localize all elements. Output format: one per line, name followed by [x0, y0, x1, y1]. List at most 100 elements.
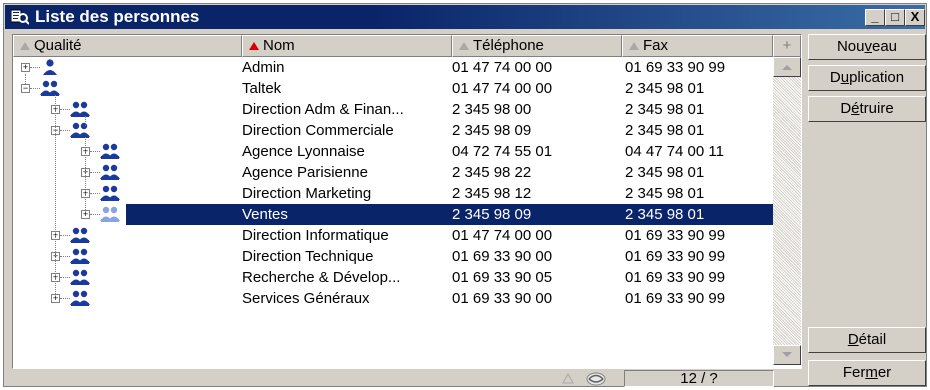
- row-fax: 2 345 98 01: [625, 101, 705, 118]
- column-header-telephone[interactable]: Téléphone: [452, 35, 622, 57]
- table-row[interactable]: + Direction Adm & Finan... 2 345 98 00 2 34…: [13, 99, 773, 120]
- button-label: Nou: [836, 38, 865, 55]
- group-icon: [69, 247, 91, 265]
- scroll-down-button[interactable]: [773, 345, 801, 365]
- column-label: Téléphone: [473, 37, 544, 54]
- row-fax: 2 345 98 01: [625, 185, 705, 202]
- button-shortcut: m: [865, 364, 878, 381]
- button-shortcut: é: [851, 100, 860, 117]
- row-fax: 01 69 33 90 99: [625, 59, 726, 76]
- tree-guide: [55, 95, 56, 294]
- add-column-button[interactable]: +: [773, 35, 801, 57]
- group-icon: [99, 142, 121, 160]
- row-name: Recherche & Dévelop...: [242, 269, 401, 286]
- arrow-down-icon: [782, 352, 792, 357]
- column-label: Nom: [263, 37, 295, 54]
- expand-icon[interactable]: +: [51, 294, 60, 303]
- row-phone: 01 47 74 00 00: [452, 80, 553, 97]
- close-icon: X: [910, 9, 920, 24]
- detail-button[interactable]: Détail: [808, 327, 926, 353]
- table-row[interactable]: + Admin 01 47 74 00 00 01 69 33 90 99: [13, 57, 773, 78]
- detruire-button[interactable]: Détruire: [808, 96, 926, 122]
- table-row[interactable]: + Services Généraux 01 69 33 90 00 01 69 33…: [13, 288, 773, 309]
- table-row[interactable]: − Direction Commerciale 2 345 98 09 2 345 9…: [13, 120, 773, 141]
- tree-guide: [25, 74, 26, 84]
- row-name: Agence Lyonnaise: [242, 143, 365, 160]
- row-fax: 2 345 98 01: [625, 206, 705, 223]
- button-label: truire: [859, 100, 894, 117]
- table-row[interactable]: + Agence Parisienne 2 345 98 22 2 345 98 01: [13, 162, 773, 183]
- group-icon: [99, 205, 121, 223]
- row-name: Services Généraux: [242, 290, 370, 307]
- group-icon: [69, 226, 91, 244]
- button-shortcut: u: [840, 69, 850, 86]
- row-fax: 01 69 33 90 99: [625, 290, 726, 307]
- group-icon: [69, 289, 91, 307]
- button-label: plication: [849, 69, 905, 86]
- close-button[interactable]: X: [905, 9, 925, 26]
- arrow-up-icon: [782, 65, 792, 70]
- row-phone: 2 345 98 00: [452, 101, 532, 118]
- table-row[interactable]: − Taltek 01 47 74 00 00 2 345 98 01: [13, 78, 773, 99]
- sort-triangle-icon: [249, 42, 259, 50]
- row-phone: 01 47 74 00 00: [452, 59, 553, 76]
- plus-icon: +: [782, 37, 792, 54]
- row-phone: 2 345 98 12: [452, 185, 532, 202]
- row-name: Ventes: [242, 206, 288, 223]
- sort-triangle-icon: [20, 42, 30, 50]
- group-icon: [99, 184, 121, 202]
- expand-icon[interactable]: +: [81, 210, 90, 219]
- button-label: Fer: [842, 364, 866, 381]
- scroll-track[interactable]: [773, 77, 801, 345]
- duplication-button[interactable]: Duplication: [808, 65, 926, 91]
- button-label: eau: [872, 38, 898, 55]
- row-fax: 2 345 98 01: [625, 122, 705, 139]
- collapse-icon[interactable]: −: [21, 84, 30, 93]
- table-row[interactable]: + Recherche & Dévelop... 01 69 33 90 05 01 …: [13, 267, 773, 288]
- row-phone: 2 345 98 22: [452, 164, 532, 181]
- row-fax: 01 69 33 90 99: [625, 248, 726, 265]
- row-fax: 2 345 98 01: [625, 164, 705, 181]
- maximize-button[interactable]: □: [885, 9, 905, 26]
- sort-triangle-icon[interactable]: [562, 373, 574, 384]
- tree-guide: [85, 116, 86, 126]
- group-icon: [39, 79, 61, 97]
- row-fax: 2 345 98 01: [625, 80, 705, 97]
- column-label: Fax: [643, 37, 669, 54]
- vertical-scrollbar[interactable]: [773, 57, 801, 365]
- record-count: 12 / ?: [624, 370, 774, 387]
- nouveau-button[interactable]: Nouveau: [808, 34, 926, 60]
- button-label: er: [877, 364, 892, 381]
- row-name: Admin: [242, 59, 285, 76]
- fermer-button[interactable]: Fermer: [808, 360, 926, 386]
- row-fax: 01 69 33 90 99: [625, 227, 726, 244]
- button-shortcut: D: [847, 331, 859, 348]
- refresh-icon[interactable]: [584, 370, 608, 387]
- row-name: Direction Technique: [242, 248, 374, 265]
- table-row[interactable]: + Direction Marketing 2 345 98 12 2 345 98 …: [13, 183, 773, 204]
- status-bar: 12 / ?: [12, 370, 802, 388]
- row-fax: 01 69 33 90 99: [625, 269, 726, 286]
- title-bar[interactable]: Liste des personnes _ □ X: [5, 5, 925, 29]
- scroll-up-button[interactable]: [773, 57, 801, 77]
- table-row[interactable]: + Direction Technique 01 69 33 90 00 01 69 …: [13, 246, 773, 267]
- button-label: D: [840, 100, 852, 117]
- row-phone: 2 345 98 09: [452, 122, 532, 139]
- list-window-icon: [11, 9, 29, 25]
- row-name: Direction Marketing: [242, 185, 372, 202]
- row-name: Taltek: [242, 80, 282, 97]
- minimize-button[interactable]: _: [865, 9, 885, 26]
- expand-icon[interactable]: +: [21, 63, 30, 72]
- table-row[interactable]: + Ventes 2 345 98 09 2 345 98 01: [13, 204, 774, 225]
- column-header-nom[interactable]: Nom: [242, 35, 452, 57]
- row-phone: 01 69 33 90 05: [452, 269, 553, 286]
- column-header-qualite[interactable]: Qualité: [13, 35, 242, 57]
- persons-list[interactable]: Qualité Nom Téléphone Fax + + Admin 01 47 …: [12, 34, 802, 369]
- group-icon: [69, 121, 91, 139]
- table-row[interactable]: + Agence Lyonnaise 04 72 74 55 01 04 47 74 …: [13, 141, 773, 162]
- table-row[interactable]: + Direction Informatique 01 47 74 00 00 01 …: [13, 225, 773, 246]
- minimize-icon: _: [871, 9, 879, 24]
- column-header-fax[interactable]: Fax: [622, 35, 773, 57]
- group-icon: [69, 100, 91, 118]
- group-icon: [69, 268, 91, 286]
